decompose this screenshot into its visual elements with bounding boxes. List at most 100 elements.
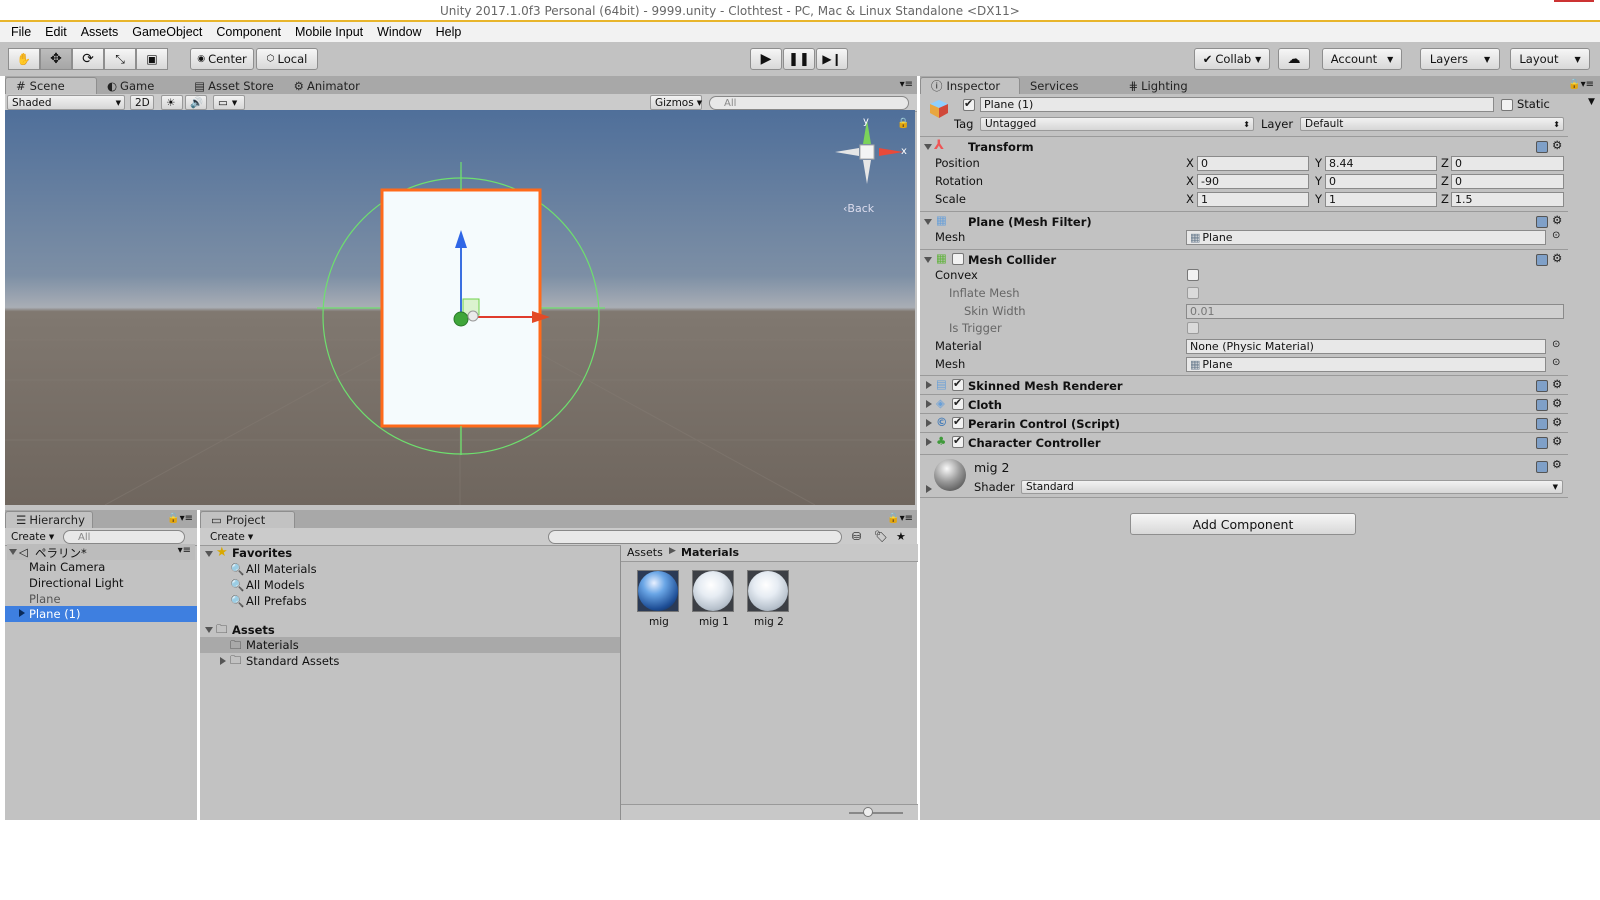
component-enabled-checkbox[interactable]: [952, 377, 964, 391]
tab-inspector[interactable]: ⓘ Inspector: [920, 77, 1020, 94]
mesh-filter-header[interactable]: ▦ Plane (Mesh Filter) ⚙: [920, 211, 1568, 230]
scale-tool-button[interactable]: ⤡: [104, 48, 136, 70]
gear-icon[interactable]: ⚙: [1552, 213, 1562, 227]
transform-header[interactable]: ⅄ Transform ⚙: [920, 136, 1568, 155]
zoom-slider-track[interactable]: [849, 812, 903, 814]
collapse-arrow-icon[interactable]: [924, 257, 932, 263]
component-enabled-checkbox[interactable]: [952, 396, 964, 410]
pivot-local-button[interactable]: ⬡ Local: [256, 48, 318, 70]
rect-tool-button[interactable]: ▣: [136, 48, 168, 70]
project-create-dropdown[interactable]: Create ▼: [206, 529, 258, 544]
material-thumbnail[interactable]: [692, 570, 734, 612]
position-z-field[interactable]: 0: [1451, 156, 1564, 171]
expand-arrow-icon[interactable]: [205, 551, 213, 557]
layout-dropdown[interactable]: Layout ▼: [1510, 48, 1590, 70]
chevron-down-icon[interactable]: ▼: [1588, 97, 1595, 107]
assets-folder[interactable]: Assets: [232, 623, 275, 637]
scene-menu-icon[interactable]: ▾≡: [178, 545, 191, 556]
favorite-item[interactable]: All Models: [246, 578, 304, 592]
account-dropdown[interactable]: Account ▼: [1322, 48, 1402, 70]
cloth-header[interactable]: ◈ Cloth ⚙: [920, 394, 1568, 413]
neg-x-cone[interactable]: [835, 148, 859, 156]
gear-icon[interactable]: ⚙: [1552, 138, 1562, 152]
tab-asset-store[interactable]: ▤ Asset Store: [184, 77, 283, 94]
gizmo-center-cube[interactable]: [859, 144, 875, 160]
expand-arrow-icon[interactable]: [926, 400, 932, 408]
gear-icon[interactable]: ⚙: [1552, 458, 1562, 471]
filter-type-icon[interactable]: ⛁: [852, 530, 861, 543]
help-book-icon[interactable]: [1536, 254, 1548, 266]
shader-dropdown[interactable]: Standard ▼: [1021, 480, 1563, 494]
tab-animator[interactable]: ⚙ Animator: [284, 77, 370, 94]
layer-dropdown[interactable]: Default ⬍: [1300, 117, 1564, 131]
zoom-slider-handle[interactable]: [863, 807, 873, 817]
hierarchy-item[interactable]: Plane: [29, 592, 61, 606]
pivot-center-button[interactable]: ◉ Center: [190, 48, 254, 70]
effects-dropdown[interactable]: ▭ ▼: [213, 95, 245, 110]
favorites-label[interactable]: Favorites: [232, 546, 292, 560]
collider-mesh-field[interactable]: ▦ Plane: [1186, 357, 1546, 372]
hierarchy-search-input[interactable]: All: [63, 530, 185, 544]
physic-material-field[interactable]: None (Physic Material): [1186, 339, 1546, 354]
expand-arrow-icon[interactable]: [19, 609, 25, 617]
expand-arrow-icon[interactable]: [205, 627, 213, 633]
static-checkbox[interactable]: [1501, 99, 1513, 111]
position-y-field[interactable]: 8.44: [1325, 156, 1437, 171]
menu-edit[interactable]: Edit: [38, 25, 74, 39]
active-checkbox[interactable]: [963, 97, 975, 111]
component-enabled-checkbox[interactable]: [952, 415, 964, 429]
gear-icon[interactable]: ⚙: [1552, 415, 1562, 429]
object-picker-icon[interactable]: ⊙: [1552, 339, 1560, 350]
move-tool-button[interactable]: ✥: [40, 48, 72, 70]
scale-x-field[interactable]: 1: [1197, 192, 1309, 207]
cloud-button[interactable]: ☁: [1278, 48, 1310, 70]
menu-component[interactable]: Component: [209, 25, 288, 39]
skinned-mesh-renderer-header[interactable]: ▤ Skinned Mesh Renderer ⚙: [920, 375, 1568, 394]
help-book-icon[interactable]: [1536, 141, 1548, 153]
expand-arrow-icon[interactable]: [926, 485, 932, 493]
expand-arrow-icon[interactable]: [926, 419, 932, 427]
favorite-item[interactable]: All Prefabs: [246, 594, 307, 608]
character-controller-header[interactable]: ♣ Character Controller ⚙: [920, 432, 1568, 451]
expand-arrow-icon[interactable]: [926, 381, 932, 389]
collapse-arrow-icon[interactable]: [924, 219, 932, 225]
help-book-icon[interactable]: [1536, 418, 1548, 430]
hierarchy-item[interactable]: Directional Light: [29, 576, 124, 590]
rotation-y-field[interactable]: 0: [1325, 174, 1437, 189]
play-button[interactable]: ▶: [750, 48, 782, 70]
menu-gameobject[interactable]: GameObject: [125, 25, 209, 39]
neg-y-cone[interactable]: [863, 160, 871, 184]
toggle-2d-button[interactable]: 2D: [130, 95, 154, 110]
lock-icon[interactable]: 🔒: [897, 118, 909, 129]
scene-search-input[interactable]: All: [709, 96, 909, 110]
folder-item[interactable]: Standard Assets: [246, 654, 339, 668]
materials-folder-row[interactable]: 🗀 Materials: [200, 637, 620, 653]
object-picker-icon[interactable]: ⊙: [1552, 230, 1560, 241]
help-book-icon[interactable]: [1536, 437, 1548, 449]
lighting-toggle[interactable]: ☀: [161, 95, 183, 110]
menu-help[interactable]: Help: [429, 25, 469, 39]
rotation-x-field[interactable]: -90: [1197, 174, 1309, 189]
tab-project[interactable]: ▭ Project: [200, 511, 295, 528]
scale-y-field[interactable]: 1: [1325, 192, 1437, 207]
material-thumbnail[interactable]: [747, 570, 789, 612]
expand-arrow-icon[interactable]: [220, 657, 226, 665]
perarin-control-script-header[interactable]: © Perarin Control (Script) ⚙: [920, 413, 1568, 432]
panel-menu-icon[interactable]: 🔒▾≡: [167, 513, 193, 524]
component-enabled-checkbox[interactable]: [952, 434, 964, 448]
expand-arrow-icon[interactable]: [9, 549, 17, 555]
mesh-collider-header[interactable]: ▦ Mesh Collider ⚙: [920, 249, 1568, 268]
material-name[interactable]: mig: [649, 616, 669, 628]
scene-root-row[interactable]: ◁ ペラリン* ▾≡: [7, 544, 195, 560]
panel-menu-icon[interactable]: ▾≡: [900, 79, 913, 90]
menu-mobile-input[interactable]: Mobile Input: [288, 25, 370, 39]
project-search-input[interactable]: [548, 530, 842, 544]
pause-button[interactable]: ❚❚: [783, 48, 815, 70]
shading-mode-dropdown[interactable]: Shaded ▼: [7, 95, 125, 110]
hierarchy-create-dropdown[interactable]: Create ▼: [7, 529, 57, 544]
close-button[interactable]: [1554, 0, 1594, 18]
gear-icon[interactable]: ⚙: [1552, 251, 1562, 265]
expand-arrow-icon[interactable]: [926, 438, 932, 446]
x-cone[interactable]: [879, 148, 903, 156]
mesh-collider-enabled-checkbox[interactable]: [952, 253, 964, 265]
